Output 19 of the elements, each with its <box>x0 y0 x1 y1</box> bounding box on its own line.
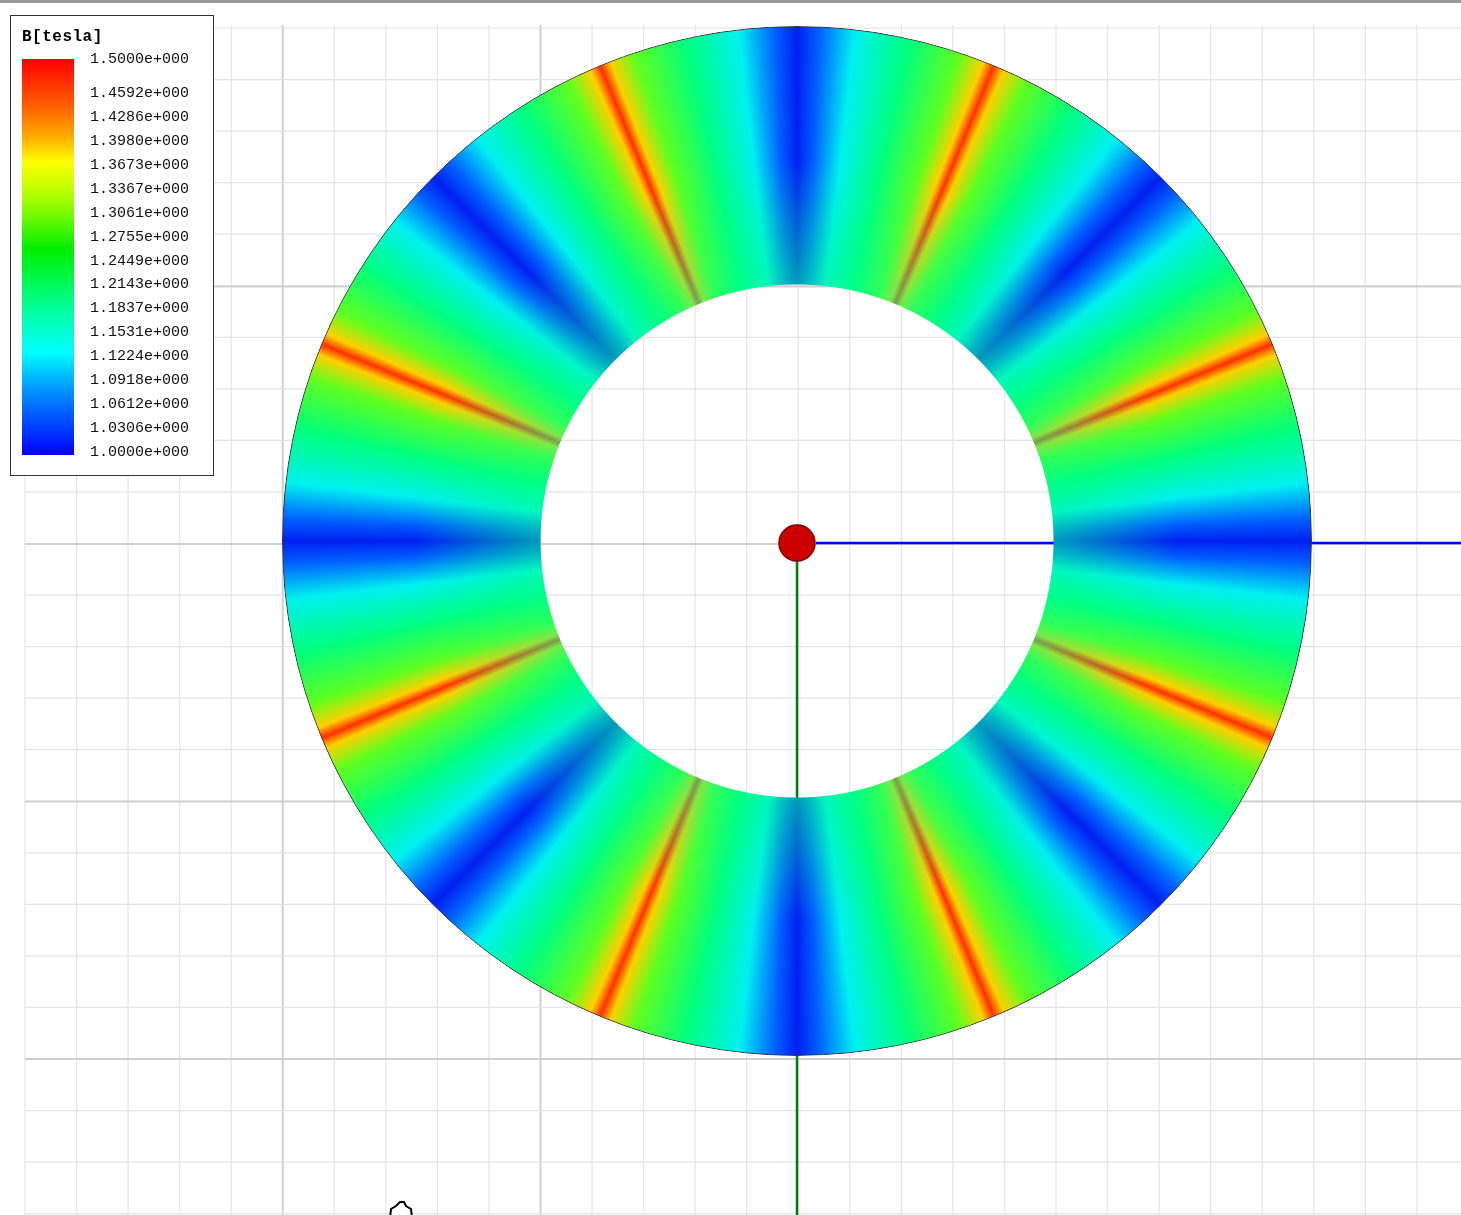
legend-value: 1.2755e+000 <box>90 228 190 246</box>
legend-value: 1.3061e+000 <box>90 204 190 222</box>
legend-value: 1.0000e+000 <box>90 444 190 461</box>
legend-value: 1.5000e+000 <box>90 51 190 68</box>
legend-value: 1.2143e+000 <box>90 276 190 294</box>
legend-value: 1.1837e+000 <box>90 300 190 318</box>
legend-value: 1.0612e+000 <box>90 396 190 414</box>
legend-value: 1.0306e+000 <box>90 420 190 438</box>
legend-value: 1.1224e+000 <box>90 348 190 366</box>
legend-value: 1.2449e+000 <box>90 252 190 270</box>
legend-title: B[tesla] <box>22 28 103 46</box>
legend-value: 1.1531e+000 <box>90 324 190 342</box>
legend-value: 1.3980e+000 <box>90 132 190 150</box>
legend-value: 1.4592e+000 <box>90 84 190 102</box>
legend-value: 1.3673e+000 <box>90 156 190 174</box>
legend-value: 1.4286e+000 <box>90 108 190 126</box>
legend-value: 1.0918e+000 <box>90 372 190 390</box>
legend-value: 1.3367e+000 <box>90 180 190 198</box>
origin-marker <box>778 524 816 562</box>
